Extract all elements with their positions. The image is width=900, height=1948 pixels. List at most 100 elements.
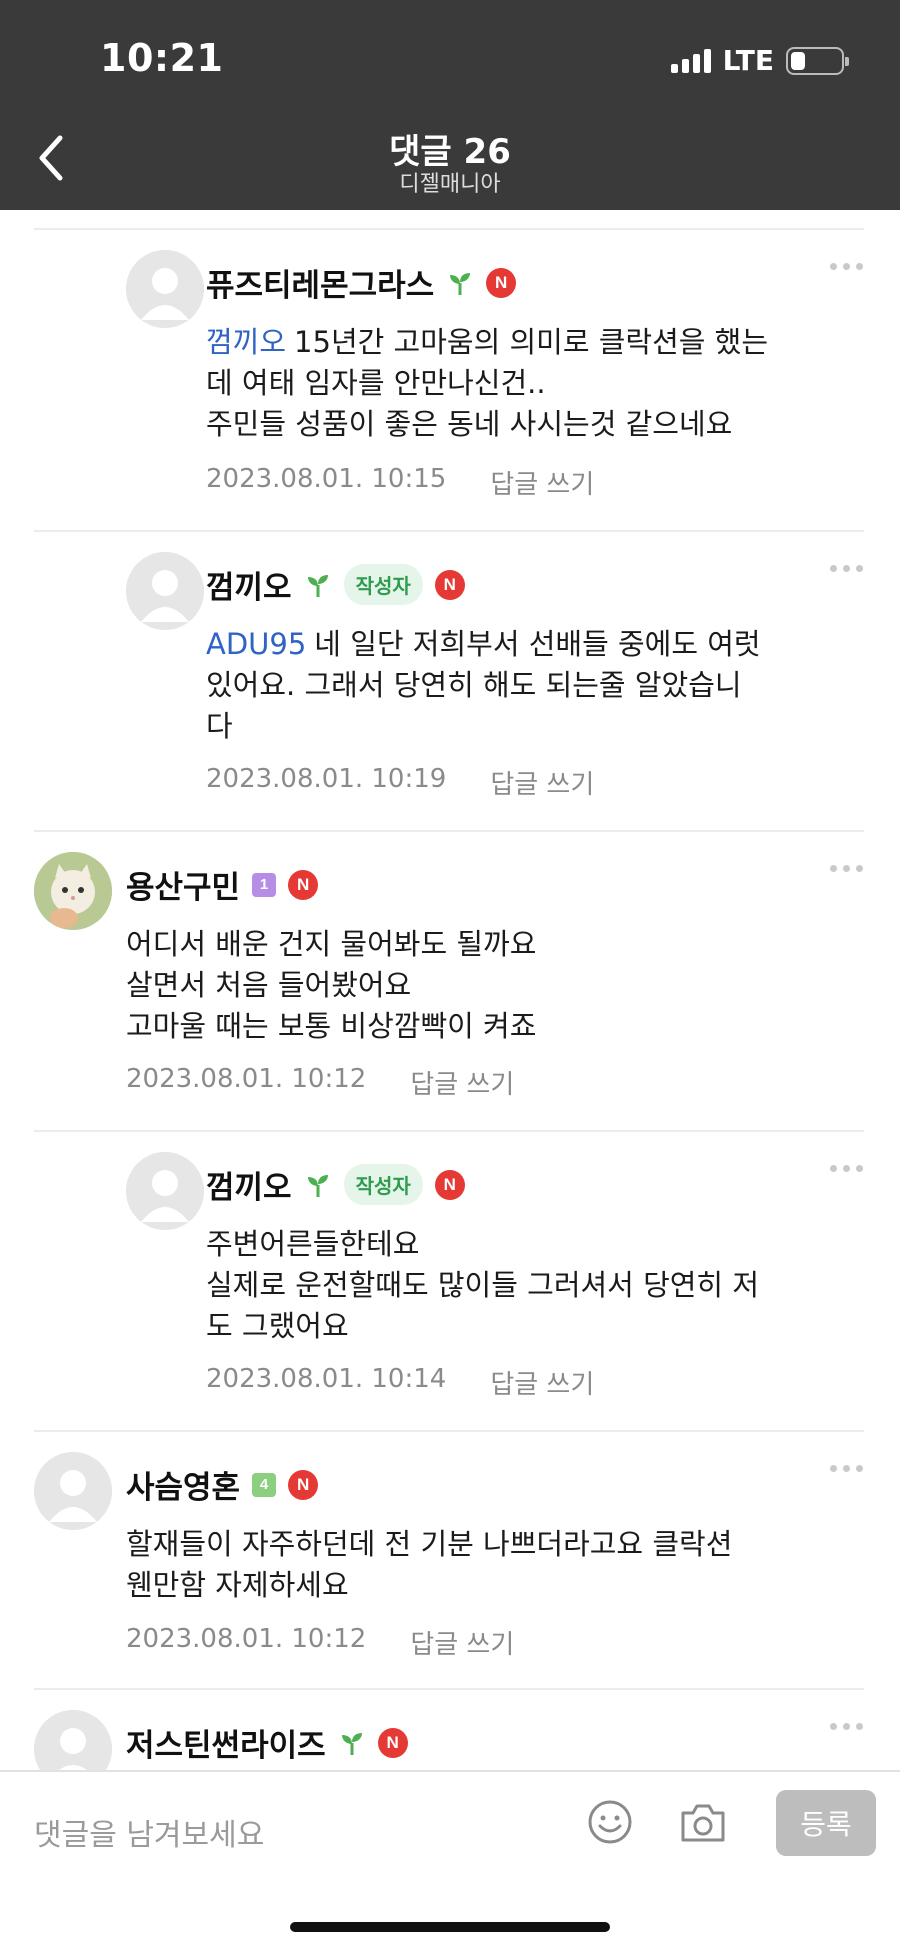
comment-text: 껌끼오 15년간 고마움의 의미로 클락션을 했는 데 여태 임자를 안만나신건.…	[206, 322, 846, 445]
comment-meta: 2023.08.01. 10:19 답글 쓰기	[206, 764, 594, 801]
default-avatar-icon	[34, 1452, 112, 1530]
camera-button[interactable]	[678, 1800, 728, 1846]
network-label: LTE	[722, 44, 774, 77]
comment-line: 웬만함 자제하세요	[126, 1568, 349, 1602]
mention[interactable]: 껌끼오	[206, 325, 286, 359]
sprout-icon	[304, 1171, 332, 1199]
comment-item: 껌끼오 작성자 N ADU95 네 일단 저희부서 선배들 중에도 여럿 있어요.…	[0, 552, 900, 812]
smiley-icon	[588, 1800, 632, 1844]
more-dots-icon[interactable]	[824, 256, 868, 276]
comment-date: 2023.08.01. 10:19	[206, 764, 447, 794]
comment-item: 저스틴썬라이즈 N	[0, 1710, 900, 1770]
sprout-icon	[446, 269, 474, 297]
emoji-button[interactable]	[586, 1798, 634, 1846]
reply-button[interactable]: 답글 쓰기	[410, 1624, 514, 1661]
reply-button[interactable]: 답글 쓰기	[490, 1364, 594, 1401]
comment-line: 있어요. 그래서 당연히 해도 되는줄 알았습니	[206, 668, 742, 702]
status-indicators: LTE	[670, 44, 849, 77]
divider	[34, 1130, 864, 1132]
comment-line: 주변어른들한테요	[206, 1227, 420, 1261]
divider	[34, 1430, 864, 1432]
more-dots-icon[interactable]	[824, 1716, 868, 1736]
avatar[interactable]	[126, 552, 204, 630]
author-tag: 작성자	[343, 1164, 423, 1205]
cat-avatar-icon	[34, 852, 112, 930]
comment-meta: 2023.08.01. 10:14 답글 쓰기	[206, 1364, 594, 1401]
nickname[interactable]: 껌끼오	[206, 1162, 292, 1207]
sprout-icon	[338, 1729, 366, 1757]
level-badge: 4	[252, 1472, 277, 1497]
comment-meta: 2023.08.01. 10:15 답글 쓰기	[206, 464, 594, 501]
divider	[34, 228, 864, 230]
signal-icon	[670, 48, 711, 73]
more-dots-icon[interactable]	[824, 558, 868, 578]
comment-item: 사슴영혼 4 N 할재들이 자주하던데 전 기분 나쁘더라고요 클락션 웬만함 …	[0, 1452, 900, 1672]
reply-button[interactable]: 답글 쓰기	[410, 1064, 514, 1101]
comment-header: 껌끼오 작성자 N	[206, 562, 465, 607]
nickname[interactable]: 용산구민	[126, 862, 240, 907]
comment-header: 저스틴썬라이즈 N	[126, 1720, 408, 1765]
more-dots-icon[interactable]	[824, 1458, 868, 1478]
battery-icon	[786, 46, 849, 75]
mention[interactable]: ADU95	[206, 627, 306, 661]
nickname[interactable]: 사슴영혼	[126, 1462, 240, 1507]
comment-date: 2023.08.01. 10:15	[206, 464, 447, 494]
default-avatar-icon	[126, 250, 204, 328]
more-dots-icon[interactable]	[824, 858, 868, 878]
home-indicator	[290, 1922, 610, 1932]
comment-header: 퓨즈티레몬그라스 N	[206, 260, 517, 305]
comment-line: 고마울 때는 보통 비상깜빡이 켜죠	[126, 1009, 537, 1043]
comment-line: 15년간 고마움의 의미로 클락션을 했는	[294, 325, 769, 359]
author-tag: 작성자	[343, 564, 423, 605]
comment-date: 2023.08.01. 10:12	[126, 1624, 367, 1654]
submit-button[interactable]: 등록	[776, 1790, 876, 1856]
default-avatar-icon	[126, 552, 204, 630]
comment-text: 할재들이 자주하던데 전 기분 나쁘더라고요 클락션 웬만함 자제하세요	[126, 1524, 846, 1606]
cafe-name: 디젤매니아	[399, 172, 501, 197]
divider	[34, 1688, 864, 1690]
comment-meta: 2023.08.01. 10:12 답글 쓰기	[126, 1624, 514, 1661]
divider	[34, 830, 864, 832]
comment-line: 데 여태 임자를 안만나신건..	[206, 366, 546, 400]
divider	[34, 530, 864, 532]
comment-line: 어디서 배운 건지 물어봐도 될까요	[126, 927, 537, 961]
default-avatar-icon	[126, 1152, 204, 1230]
avatar[interactable]	[126, 1152, 204, 1230]
comment-input[interactable]: 댓글을 남겨보세요	[34, 1802, 554, 1862]
comment-list: 퓨즈티레몬그라스 N 껌끼오 15년간 고마움의 의미로 클락션을 했는 데 여태…	[0, 210, 900, 1770]
avatar[interactable]	[126, 250, 204, 328]
comment-header: 사슴영혼 4 N	[126, 1462, 319, 1507]
status-time: 10:21	[100, 36, 224, 80]
reply-button[interactable]: 답글 쓰기	[490, 764, 594, 801]
comment-date: 2023.08.01. 10:12	[126, 1064, 367, 1094]
camera-icon	[681, 1804, 725, 1842]
comment-line: 도 그랬어요	[206, 1309, 349, 1343]
avatar[interactable]	[34, 852, 112, 930]
comment-item: 용산구민 1 N 어디서 배운 건지 물어봐도 될까요 살면서 처음 들어봤어요…	[0, 852, 900, 1112]
new-badge: N	[486, 267, 517, 298]
comment-input-bar: 댓글을 남겨보세요 등록	[0, 1770, 900, 1948]
reply-button[interactable]: 답글 쓰기	[490, 464, 594, 501]
avatar[interactable]	[34, 1452, 112, 1530]
comment-header: 껌끼오 작성자 N	[206, 1162, 465, 1207]
avatar[interactable]	[34, 1710, 112, 1770]
comment-text: 어디서 배운 건지 물어봐도 될까요 살면서 처음 들어봤어요 고마울 때는 보…	[126, 924, 846, 1047]
comment-text: 주변어른들한테요 실제로 운전할때도 많이들 그러셔서 당연히 저 도 그랬어요	[206, 1224, 846, 1347]
nickname[interactable]: 껌끼오	[206, 562, 292, 607]
comment-line: 다	[206, 709, 233, 743]
nickname[interactable]: 퓨즈티레몬그라스	[206, 260, 434, 305]
comment-line: 주민들 성품이 좋은 동네 사시는것 같으네요	[206, 407, 733, 441]
comment-meta: 2023.08.01. 10:12 답글 쓰기	[126, 1064, 514, 1101]
comment-line: 할재들이 자주하던데 전 기분 나쁘더라고요 클락션	[126, 1527, 733, 1561]
new-badge: N	[434, 569, 465, 600]
top-header: 10:21 LTE 댓글 26 디젤매니아	[0, 0, 900, 210]
comment-date: 2023.08.01. 10:14	[206, 1364, 447, 1394]
comment-item: 껌끼오 작성자 N 주변어른들한테요 실제로 운전할때도 많이들 그러셔서 당연…	[0, 1152, 900, 1412]
comment-line: 살면서 처음 들어봤어요	[126, 968, 412, 1002]
new-badge: N	[434, 1169, 465, 1200]
comment-item: 퓨즈티레몬그라스 N 껌끼오 15년간 고마움의 의미로 클락션을 했는 데 여태…	[0, 250, 900, 510]
more-dots-icon[interactable]	[824, 1158, 868, 1178]
level-badge: 1	[252, 872, 277, 897]
nickname[interactable]: 저스틴썬라이즈	[126, 1720, 326, 1765]
new-badge: N	[288, 1469, 319, 1500]
